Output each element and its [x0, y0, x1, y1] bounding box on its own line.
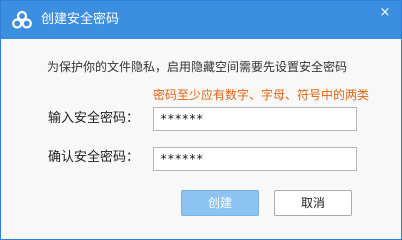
- cancel-button-label: 取消: [300, 196, 325, 210]
- confirm-password-input-value: ******: [160, 152, 204, 166]
- password-input[interactable]: ******: [153, 107, 357, 131]
- cloud-loop-icon: [12, 10, 32, 29]
- create-button-label: 创建: [207, 196, 232, 210]
- title-bar: 创建安全密码 ×: [1, 1, 401, 39]
- cancel-button[interactable]: 取消: [274, 190, 352, 216]
- password-rule-warning: 密码至少应有数字、字母、符号中的两类: [153, 88, 370, 102]
- password-input-value: ******: [160, 112, 204, 126]
- close-button[interactable]: ×: [375, 4, 395, 22]
- create-button[interactable]: 创建: [181, 190, 259, 216]
- create-password-dialog: 创建安全密码 × 为保护你的文件隐私，启用隐藏空间需要先设置安全密码 密码至少应…: [0, 0, 402, 240]
- description-text: 为保护你的文件隐私，启用隐藏空间需要先设置安全密码: [47, 60, 348, 74]
- close-icon[interactable]: ×: [380, 5, 391, 20]
- confirm-password-input[interactable]: ******: [153, 147, 357, 171]
- dialog-title: 创建安全密码: [41, 12, 120, 27]
- confirm-password-label: 确认安全密码：: [48, 150, 140, 165]
- password-label: 输入安全密码：: [48, 111, 140, 126]
